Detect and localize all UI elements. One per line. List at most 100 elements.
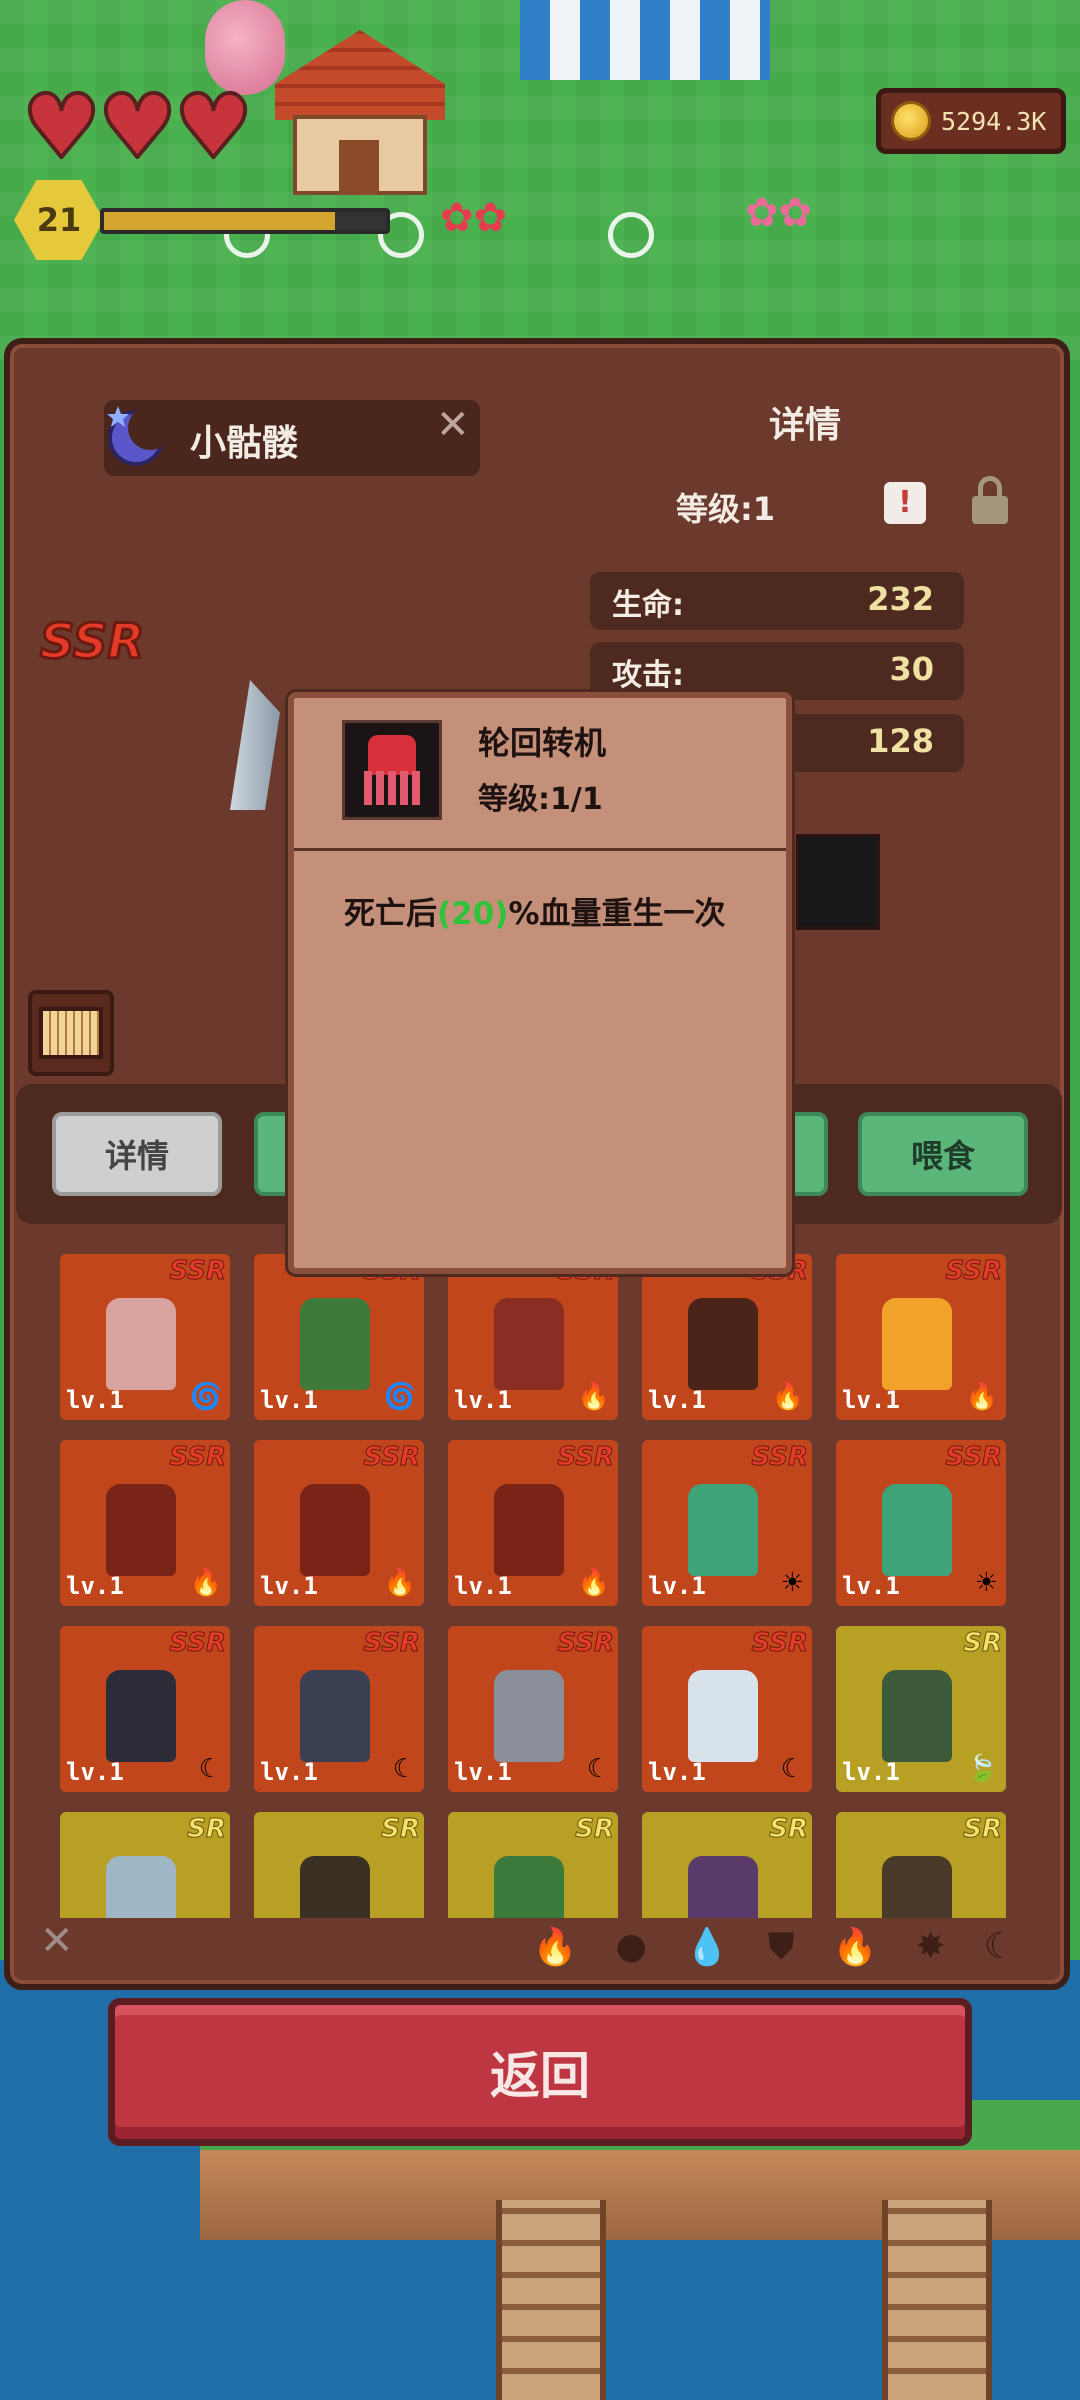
pet-card[interactable]: SSR lv.1 🔥: [254, 1440, 424, 1606]
alert-icon[interactable]: !: [884, 482, 926, 524]
pet-sprite: [300, 1298, 370, 1390]
rarity-label: SSR: [945, 1442, 1003, 1473]
rarity-label: SSR: [751, 1442, 809, 1473]
house-building: [275, 10, 445, 195]
pet-card[interactable]: SSRlv.1🔥: [642, 1254, 812, 1420]
moon-element-icon: ☾: [586, 1754, 610, 1784]
pet-sprite: [106, 1298, 176, 1390]
heart-icon: [174, 83, 253, 171]
pet-card[interactable]: SR: [448, 1812, 618, 1918]
element-filter-icon[interactable]: ✸: [916, 1926, 946, 1968]
skill-description: 死亡后(20)%血量重生一次: [344, 888, 726, 933]
fire-element-icon: 🔥: [771, 1382, 804, 1412]
fire-element-icon: 🔥: [189, 1568, 222, 1598]
element-filter-icon[interactable]: ●: [615, 1926, 646, 1968]
pet-card[interactable]: SR: [60, 1812, 230, 1918]
coin-icon: [891, 101, 931, 141]
moon-element-icon: [107, 406, 170, 466]
pet-level-label: lv.1: [648, 1758, 706, 1786]
pet-sprite: [300, 1856, 370, 1918]
pet-card[interactable]: SR: [836, 1812, 1006, 1918]
pet-card[interactable]: SSR lv.1 🔥: [836, 1254, 1006, 1420]
pet-sprite: [106, 1484, 176, 1576]
back-button[interactable]: 返回: [108, 1998, 972, 2146]
pet-card[interactable]: SSR lv.1 ☀: [642, 1440, 812, 1606]
pet-sprite: [882, 1484, 952, 1576]
pet-card[interactable]: SSR lv.1 ☀: [836, 1440, 1006, 1606]
coin-counter[interactable]: 5294.3K: [876, 88, 1066, 154]
pet-sprite: [106, 1670, 176, 1762]
skill-thumbnail[interactable]: [796, 834, 880, 930]
tab-detail[interactable]: 详情: [52, 1112, 222, 1196]
moon-element-icon: ☾: [198, 1754, 222, 1784]
pet-level-label: lv.1: [842, 1572, 900, 1600]
flower-decoration: ✿✿: [440, 195, 508, 241]
pet-sprite: [494, 1484, 564, 1576]
wooden-dock: [882, 2200, 992, 2400]
pet-sprite: [882, 1298, 952, 1390]
tab-feed[interactable]: 喂食: [858, 1112, 1028, 1196]
desc-value: (20): [437, 896, 509, 932]
pet-level-label: lv.1: [454, 1758, 512, 1786]
element-filter-icon[interactable]: 🔥: [533, 1926, 578, 1968]
rarity-label: SSR: [751, 1628, 809, 1659]
rarity-label: SSR: [169, 1628, 227, 1659]
element-filter-icon[interactable]: ☾: [984, 1926, 1016, 1968]
flower-decoration: ✿✿: [745, 190, 813, 236]
skill-popup: 轮回转机 等级:1/1 死亡后(20)%血量重生一次: [288, 692, 792, 1274]
rarity-label: SSR: [945, 1256, 1003, 1287]
stat-label: 攻击:: [612, 658, 684, 693]
rarity-label: SSR: [557, 1628, 615, 1659]
heart-icon: [22, 83, 101, 171]
wooden-dock: [496, 2200, 606, 2400]
pet-level-label: lv.1: [842, 1386, 900, 1414]
element-filter-icon[interactable]: ⛊: [768, 1926, 795, 1968]
pet-card[interactable]: SSRlv.1🌀: [254, 1254, 424, 1420]
pet-card[interactable]: SSRlv.1🔥: [448, 1440, 618, 1606]
pet-card[interactable]: SR: [254, 1812, 424, 1918]
element-filter-icon[interactable]: 🔥: [833, 1926, 878, 1968]
lock-icon[interactable]: [970, 476, 1010, 526]
fire-element-icon: 🔥: [383, 1568, 416, 1598]
market-stall-awning: [520, 0, 770, 80]
close-icon[interactable]: ✕: [436, 402, 470, 448]
pet-level-label: lv.1: [648, 1386, 706, 1414]
rarity-label: SR: [769, 1814, 809, 1845]
element-filter-icon[interactable]: 💧: [685, 1926, 730, 1968]
rarity-label: SSR: [363, 1442, 421, 1473]
pet-level-label: lv.1: [260, 1758, 318, 1786]
pet-name: 小骷髅: [190, 423, 299, 464]
pet-card[interactable]: SR lv.1 🍃: [836, 1626, 1006, 1792]
xp-progress-bar: [100, 208, 390, 234]
element-filters: 🔥 ● 💧 ⛊ 🔥 ✸ ☾: [533, 1926, 1016, 1968]
pet-card[interactable]: SSR lv.1 ☾: [60, 1626, 230, 1792]
pet-card[interactable]: SSRlv.1🔥: [448, 1254, 618, 1420]
book-icon[interactable]: [28, 990, 114, 1076]
rarity-label: SSR: [169, 1256, 227, 1287]
pet-card[interactable]: SSRlv.1🔥: [60, 1440, 230, 1606]
health-hearts: [22, 83, 253, 171]
pet-card[interactable]: SSR lv.1 ☾: [448, 1626, 618, 1792]
pet-level-label: lv.1: [66, 1758, 124, 1786]
pet-card[interactable]: SSR lv.1 ☾: [642, 1626, 812, 1792]
pet-sprite: [494, 1856, 564, 1918]
pet-level-label: lv.1: [260, 1572, 318, 1600]
divider: [294, 848, 786, 851]
pet-sprite: [688, 1484, 758, 1576]
wind-element-icon: 🌀: [189, 1382, 222, 1412]
pet-level-label: lv.1: [66, 1572, 124, 1600]
stat-value: 232: [867, 580, 934, 618]
pet-sprite: [688, 1298, 758, 1390]
clear-filter-icon[interactable]: ✕: [40, 1918, 74, 1964]
pet-card[interactable]: SSRlv.1🌀: [60, 1254, 230, 1420]
details-heading: 详情: [768, 405, 841, 446]
stat-label: 生命:: [612, 588, 684, 623]
pet-card[interactable]: SR: [642, 1812, 812, 1918]
fire-element-icon: 🔥: [965, 1382, 998, 1412]
sun-element-icon: ☀: [974, 1568, 998, 1598]
pet-card[interactable]: SSR lv.1 ☾: [254, 1626, 424, 1792]
desc-suffix: %血量重生一次: [508, 896, 726, 932]
pet-level-label: lv.1: [842, 1758, 900, 1786]
stat-value: 30: [889, 650, 934, 688]
rarity-label: SR: [187, 1814, 227, 1845]
